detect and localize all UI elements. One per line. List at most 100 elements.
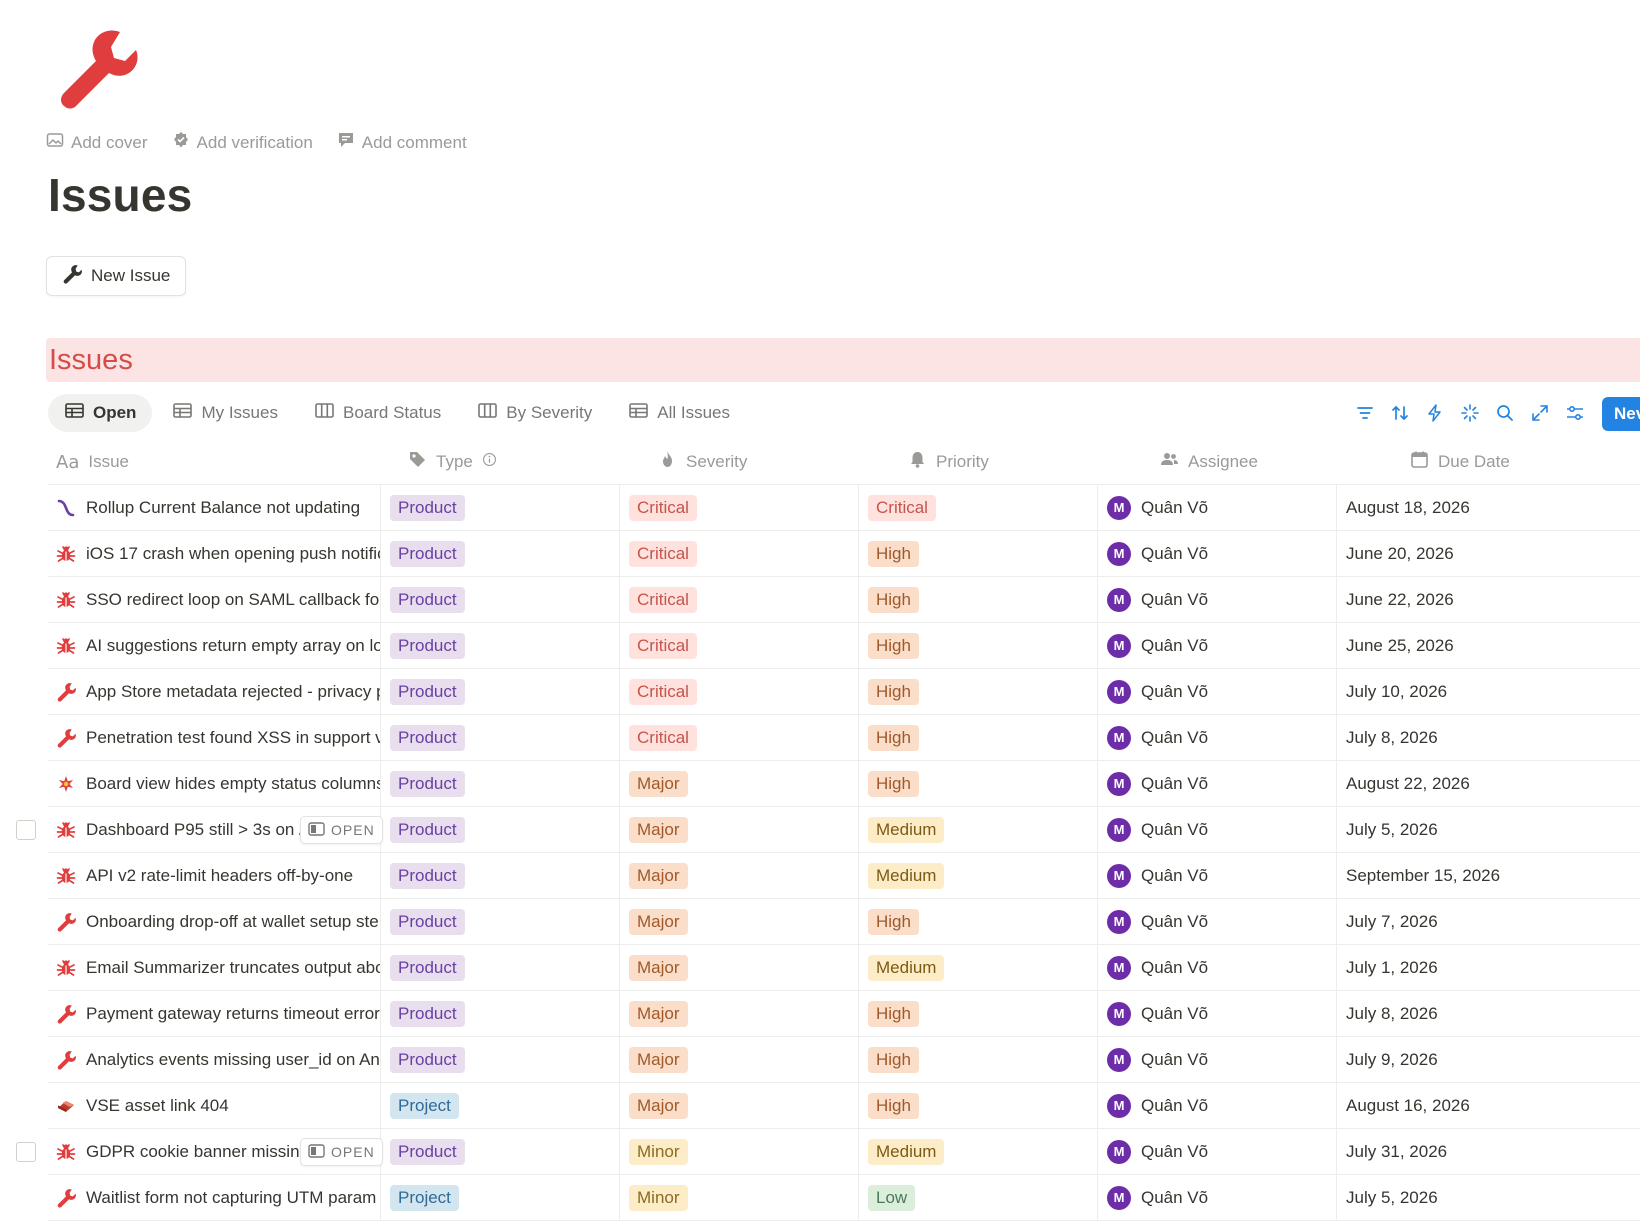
priority-cell[interactable]: Medium: [868, 1129, 945, 1174]
severity-cell[interactable]: Major: [629, 1037, 688, 1082]
priority-cell[interactable]: High: [868, 1083, 919, 1128]
type-cell[interactable]: Product: [390, 945, 465, 990]
assignee-cell[interactable]: M Quân Võ: [1107, 899, 1208, 944]
table-row[interactable]: Onboarding drop-off at wallet setup ste P…: [48, 899, 1640, 945]
issue-cell[interactable]: AI suggestions return empty array on lo: [56, 623, 380, 668]
tab-by-severity[interactable]: By Severity: [461, 394, 608, 432]
table-row[interactable]: SSO redirect loop on SAML callback for Pr…: [48, 577, 1640, 623]
due-date-cell[interactable]: July 9, 2026: [1346, 1037, 1438, 1082]
severity-cell[interactable]: Minor: [629, 1175, 688, 1220]
priority-cell[interactable]: High: [868, 899, 919, 944]
severity-tag[interactable]: Critical: [629, 494, 697, 521]
type-tag[interactable]: Product: [390, 954, 465, 981]
automation-icon[interactable]: [1425, 403, 1445, 423]
severity-cell[interactable]: Major: [629, 761, 688, 806]
ai-sparkle-icon[interactable]: [1460, 403, 1480, 423]
filter-icon[interactable]: [1355, 403, 1375, 423]
type-tag[interactable]: Product: [390, 678, 465, 705]
type-tag[interactable]: Project: [390, 1092, 459, 1119]
assignee-cell[interactable]: M Quân Võ: [1107, 1175, 1208, 1220]
type-cell[interactable]: Product: [390, 485, 465, 530]
assignee-cell[interactable]: M Quân Võ: [1107, 1037, 1208, 1082]
due-date-cell[interactable]: June 20, 2026: [1346, 531, 1454, 576]
type-tag[interactable]: Product: [390, 724, 465, 751]
due-date-cell[interactable]: July 10, 2026: [1346, 669, 1447, 714]
priority-cell[interactable]: High: [868, 669, 919, 714]
severity-cell[interactable]: Critical: [629, 623, 697, 668]
database-title[interactable]: Issues: [49, 344, 133, 377]
severity-tag[interactable]: Major: [629, 816, 688, 843]
assignee-cell[interactable]: M Quân Võ: [1107, 807, 1208, 852]
issue-cell[interactable]: iOS 17 crash when opening push notific: [56, 531, 380, 576]
assignee-cell[interactable]: M Quân Võ: [1107, 531, 1208, 576]
issue-cell[interactable]: Penetration test found XSS in support v: [56, 715, 380, 760]
severity-cell[interactable]: Critical: [629, 485, 697, 530]
severity-tag[interactable]: Major: [629, 1046, 688, 1073]
type-tag[interactable]: Product: [390, 1138, 465, 1165]
table-row[interactable]: Rollup Current Balance not updating Produ…: [48, 485, 1640, 531]
priority-tag[interactable]: High: [868, 724, 919, 751]
due-date-cell[interactable]: July 8, 2026: [1346, 991, 1438, 1036]
due-date-cell[interactable]: June 22, 2026: [1346, 577, 1454, 622]
priority-cell[interactable]: High: [868, 577, 919, 622]
settings-icon[interactable]: [1565, 403, 1585, 423]
severity-tag[interactable]: Major: [629, 770, 688, 797]
info-icon[interactable]: [482, 452, 497, 472]
open-row-button[interactable]: OPEN: [300, 816, 383, 844]
priority-tag[interactable]: High: [868, 678, 919, 705]
priority-tag[interactable]: Medium: [868, 816, 945, 843]
issue-cell[interactable]: API v2 rate-limit headers off-by-one: [56, 853, 380, 898]
due-date-cell[interactable]: July 31, 2026: [1346, 1129, 1447, 1174]
type-cell[interactable]: Product: [390, 531, 465, 576]
priority-tag[interactable]: High: [868, 770, 919, 797]
tab-board-status[interactable]: Board Status: [298, 394, 457, 432]
severity-cell[interactable]: Minor: [629, 1129, 688, 1174]
due-date-cell[interactable]: July 7, 2026: [1346, 899, 1438, 944]
table-row[interactable]: Email Summarizer truncates output abo Pro…: [48, 945, 1640, 991]
priority-tag[interactable]: High: [868, 908, 919, 935]
priority-cell[interactable]: High: [868, 1037, 919, 1082]
severity-tag[interactable]: Critical: [629, 678, 697, 705]
assignee-cell[interactable]: M Quân Võ: [1107, 715, 1208, 760]
type-cell[interactable]: Product: [390, 577, 465, 622]
row-select-checkbox[interactable]: [16, 820, 36, 840]
priority-tag[interactable]: Low: [868, 1184, 916, 1211]
search-icon[interactable]: [1495, 403, 1515, 423]
assignee-cell[interactable]: M Quân Võ: [1107, 577, 1208, 622]
severity-tag[interactable]: Critical: [629, 724, 697, 751]
priority-tag[interactable]: High: [868, 1046, 919, 1073]
type-tag[interactable]: Project: [390, 1184, 459, 1211]
add-comment-button[interactable]: Add comment: [337, 131, 467, 154]
due-date-cell[interactable]: June 25, 2026: [1346, 623, 1454, 668]
assignee-cell[interactable]: M Quân Võ: [1107, 1129, 1208, 1174]
severity-cell[interactable]: Major: [629, 945, 688, 990]
severity-tag[interactable]: Major: [629, 1092, 688, 1119]
type-cell[interactable]: Product: [390, 853, 465, 898]
priority-cell[interactable]: Medium: [868, 945, 945, 990]
table-row[interactable]: AI suggestions return empty array on lo P…: [48, 623, 1640, 669]
type-tag[interactable]: Product: [390, 816, 465, 843]
priority-cell[interactable]: Low: [868, 1175, 916, 1220]
type-cell[interactable]: Product: [390, 623, 465, 668]
due-date-cell[interactable]: July 1, 2026: [1346, 945, 1438, 990]
new-issue-button[interactable]: New Issue: [46, 256, 187, 296]
type-cell[interactable]: Product: [390, 761, 465, 806]
add-verification-button[interactable]: Add verification: [172, 131, 313, 154]
type-tag[interactable]: Product: [390, 540, 465, 567]
type-cell[interactable]: Product: [390, 715, 465, 760]
type-cell[interactable]: Product: [390, 1037, 465, 1082]
priority-cell[interactable]: High: [868, 991, 919, 1036]
priority-cell[interactable]: High: [868, 715, 919, 760]
priority-cell[interactable]: Medium: [868, 807, 945, 852]
severity-tag[interactable]: Minor: [629, 1138, 688, 1165]
assignee-cell[interactable]: M Quân Võ: [1107, 853, 1208, 898]
issue-cell[interactable]: SSO redirect loop on SAML callback for: [56, 577, 380, 622]
severity-tag[interactable]: Critical: [629, 540, 697, 567]
tab-all-issues[interactable]: All Issues: [612, 394, 746, 432]
table-row[interactable]: API v2 rate-limit headers off-by-one Prod…: [48, 853, 1640, 899]
due-date-cell[interactable]: July 8, 2026: [1346, 715, 1438, 760]
page-wrench-icon[interactable]: [54, 26, 138, 110]
assignee-cell[interactable]: M Quân Võ: [1107, 761, 1208, 806]
tab-open[interactable]: Open: [48, 394, 153, 432]
due-date-cell[interactable]: July 5, 2026: [1346, 807, 1438, 852]
